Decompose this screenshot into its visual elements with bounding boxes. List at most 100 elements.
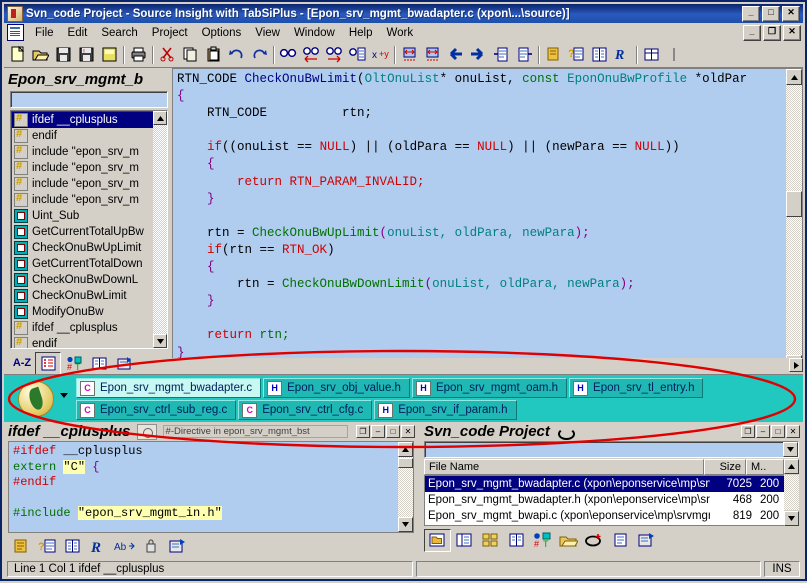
redo-icon[interactable] [248,44,271,66]
tab-menu-chevron-down-icon[interactable] [60,393,68,398]
ab-lookup-icon[interactable]: Ab [112,536,137,557]
scrollbar-track[interactable] [153,125,167,334]
column-header-modified[interactable]: M.. [746,459,784,475]
tab-epon-srv-obj-value-h[interactable]: H Epon_srv_obj_value.h [263,378,410,398]
list-item[interactable]: include "epon_srv_m [12,160,153,176]
project-files-icon[interactable] [478,530,503,551]
save-all-icon[interactable]: ! [75,44,98,66]
lock-icon[interactable] [138,536,163,557]
list-item[interactable]: GetCurrentTotalUpBw [12,224,153,240]
mdi-restore-button[interactable]: ❐ [763,24,781,41]
menu-edit[interactable]: Edit [61,25,95,41]
new-file-icon[interactable] [608,530,633,551]
symbol-type-icon[interactable]: # T [62,353,86,374]
project-list-scrollbar[interactable] [784,459,799,526]
scrollbar-track[interactable] [786,85,802,355]
list-item[interactable]: ifdef __cplusplus [12,112,153,128]
minimize-button[interactable]: _ [742,5,760,22]
find-previous-icon[interactable] [300,44,323,66]
project-file-list[interactable]: Epon_srv_mgmt_bwadapter.c (xpon\eponserv… [424,475,799,526]
editor-scroll-thumb[interactable] [786,191,802,217]
list-item[interactable]: CheckOnuBwLimit [12,288,153,304]
column-header-size[interactable]: Size [704,459,746,475]
symbol-filter-input[interactable] [10,91,168,108]
highlight-word-icon[interactable] [8,536,33,557]
menu-project[interactable]: Project [145,25,195,41]
print-icon[interactable] [127,44,150,66]
add-remove-files-icon[interactable] [582,530,607,551]
project-scroll-up-button[interactable] [784,459,799,474]
relation-window-icon[interactable]: R [611,44,634,66]
context-scroll-down-button[interactable] [398,517,413,532]
list-item[interactable]: GetCurrentTotalDown [12,256,153,272]
context-panel-minimize-button[interactable]: – [371,425,385,438]
editor-vertical-scrollbar[interactable] [786,69,802,371]
list-item[interactable]: CheckOnuBwDownL [12,272,153,288]
find-in-files-icon[interactable] [346,44,369,66]
split-window-icon[interactable] [663,44,686,66]
properties-icon[interactable] [164,536,189,557]
context-help-icon[interactable]: ? [34,536,59,557]
context-window-icon[interactable] [112,353,136,374]
menu-view[interactable]: View [248,25,287,41]
reference-book-icon[interactable] [87,353,111,374]
menu-window[interactable]: Window [287,25,342,41]
tab-epon-srv-mgmt-oam-h[interactable]: H Epon_srv_mgmt_oam.h [411,378,568,398]
relation-window-icon[interactable]: R [86,536,111,557]
project-panel-close-button[interactable]: ✕ [786,425,800,438]
scrollbar-track[interactable] [784,475,799,510]
table-row[interactable]: Epon_srv_mgmt_bwadapter.c (xpon\eponserv… [425,476,798,492]
context-scroll-thumb[interactable] [398,458,413,468]
menu-work[interactable]: Work [380,25,421,41]
copy-icon[interactable] [179,44,202,66]
mdi-minimize-button[interactable]: _ [743,24,761,41]
column-header-file-name[interactable]: File Name [424,459,704,475]
browse-references-icon[interactable] [588,44,611,66]
context-panel-scrollbar[interactable] [398,442,413,532]
find-icon[interactable] [277,44,300,66]
list-item[interactable]: include "epon_srv_m [12,176,153,192]
list-item[interactable]: CheckOnuBwUpLimit [12,240,153,256]
context-panel-close-button[interactable]: ✕ [401,425,415,438]
project-search-chevron-down-icon[interactable] [783,442,798,457]
symbol-list[interactable]: ifdef __cplusplus endif include "epon_sr… [10,110,168,349]
tab-epon-srv-ctrl-cfg-c[interactable]: C Epon_srv_ctrl_cfg.c [238,400,373,420]
find-next-icon[interactable] [323,44,346,66]
project-panel-dock-button[interactable]: ❐ [741,425,755,438]
context-panel-code[interactable]: #ifdef __cplusplus extern "C" {#endif #in… [8,441,414,533]
mdi-close-button[interactable]: ✕ [783,24,801,41]
list-item[interactable]: ifdef __cplusplus [12,320,153,336]
list-item[interactable]: ModifyOnuBw [12,304,153,320]
new-file-icon[interactable] [6,44,29,66]
context-panel-dock-button[interactable]: ❐ [356,425,370,438]
hscroll-right-button[interactable] [789,358,803,372]
menu-file[interactable]: File [28,25,61,41]
tab-epon-srv-tl-entry-h[interactable]: H Epon_srv_tl_entry.h [569,378,704,398]
open-project-icon[interactable] [424,528,451,552]
symbol-types-icon[interactable]: # T [530,530,555,551]
back-icon[interactable] [444,44,467,66]
menu-options[interactable]: Options [195,25,249,41]
project-scroll-down-button[interactable] [784,511,799,526]
project-search-combobox[interactable] [424,441,799,458]
maximize-button[interactable]: □ [762,5,780,22]
replace-icon[interactable]: x +y [369,44,392,66]
project-panel-minimize-button[interactable]: – [756,425,770,438]
sort-alpha-button[interactable]: A-Z [10,353,34,374]
close-file-icon[interactable] [98,44,121,66]
editor-scroll-up-button[interactable] [786,69,802,85]
paste-icon[interactable] [202,44,225,66]
symbol-list-scrollbar[interactable] [153,111,167,348]
context-scroll-up-button[interactable] [398,442,413,457]
project-browse-icon[interactable] [504,530,529,551]
editor-horizontal-scrollbar[interactable] [172,358,803,372]
jump-back-icon[interactable] [513,44,536,66]
scroll-up-button[interactable] [153,111,167,125]
menu-search[interactable]: Search [94,25,144,41]
code-editor[interactable]: RTN_CODE CheckOnuBwLimit(OltOnuList* onu… [172,68,803,372]
table-row[interactable]: Epon_srv_mgmt_bwadapter.h (xpon\eponserv… [425,492,798,508]
open-file-icon[interactable] [29,44,52,66]
list-item[interactable]: Uint_Sub [12,208,153,224]
properties-icon[interactable] [634,530,659,551]
list-item[interactable]: endif [12,336,153,348]
